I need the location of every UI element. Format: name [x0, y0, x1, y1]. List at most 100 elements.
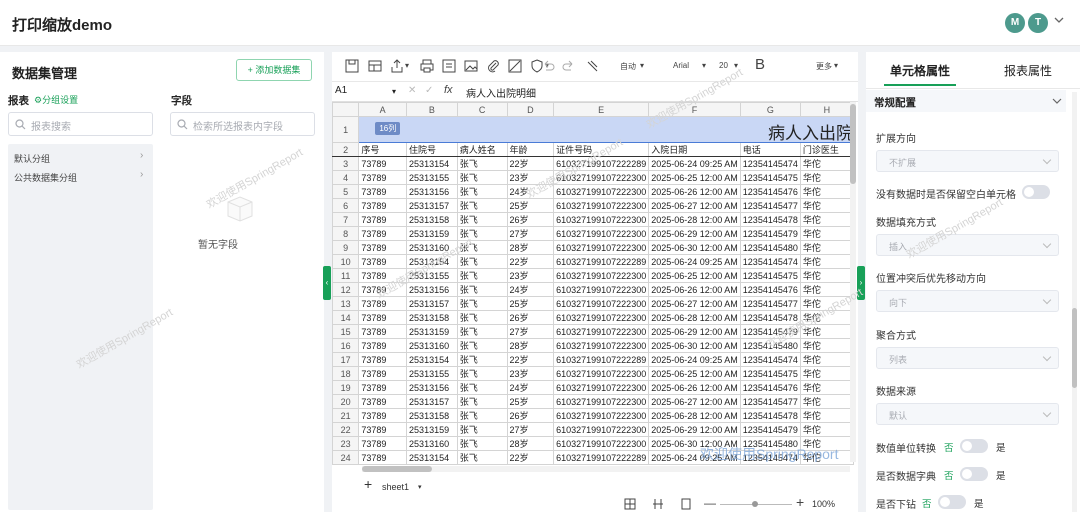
table-cell[interactable]: 2025-06-25 12:00 AM: [648, 366, 741, 381]
attachment-icon[interactable]: [485, 58, 501, 74]
expand-direction-select[interactable]: 不扩展: [876, 150, 1059, 172]
table-cell[interactable]: 12354145480: [739, 240, 801, 255]
caret-down-icon[interactable]: ▾: [405, 61, 409, 70]
table-cell[interactable]: 25岁: [506, 394, 555, 409]
table-cell[interactable]: 73789: [358, 226, 408, 241]
number-format-dropdown[interactable]: 自动: [620, 61, 636, 72]
table-cell[interactable]: 张飞: [456, 254, 508, 269]
table-cell[interactable]: 华佗: [799, 240, 854, 255]
table-cell[interactable]: 12354145477: [739, 394, 801, 409]
table-cell[interactable]: 12354145477: [739, 296, 801, 311]
table-cell[interactable]: 610327199107222300: [553, 422, 650, 437]
row-header[interactable]: 18: [332, 366, 360, 381]
table-cell[interactable]: 2025-06-24 09:25 AM: [648, 352, 741, 367]
zoom-slider-thumb[interactable]: [752, 501, 758, 507]
table-cell[interactable]: 25313154: [406, 450, 458, 465]
clear-icon[interactable]: [507, 58, 523, 74]
table-cell[interactable]: 73789: [358, 184, 408, 199]
chevron-right-icon[interactable]: ›: [140, 169, 143, 180]
scroll-thumb[interactable]: [850, 104, 856, 184]
table-cell[interactable]: 610327199107222300: [553, 212, 650, 227]
table-cell[interactable]: 73789: [358, 198, 408, 213]
table-cell[interactable]: 华佗: [799, 422, 854, 437]
table-cell[interactable]: 610327199107222300: [553, 324, 650, 339]
header-cell[interactable]: 门诊医生: [799, 142, 854, 157]
corner-cell[interactable]: [332, 102, 360, 117]
table-cell[interactable]: 2025-06-28 12:00 AM: [648, 212, 741, 227]
column-header[interactable]: A: [358, 102, 408, 117]
table-cell[interactable]: 25313158: [406, 212, 458, 227]
row-header[interactable]: 9: [332, 240, 360, 255]
cancel-icon[interactable]: ✕: [408, 85, 416, 96]
caret-down-icon[interactable]: ▾: [418, 483, 422, 491]
table-cell[interactable]: 610327199107222300: [553, 380, 650, 395]
table-cell[interactable]: 2025-06-27 12:00 AM: [648, 296, 741, 311]
table-cell[interactable]: 12354145479: [739, 422, 801, 437]
table-cell[interactable]: 12354145478: [739, 212, 801, 227]
drilldown-toggle[interactable]: [938, 495, 966, 509]
row-header[interactable]: 22: [332, 422, 360, 437]
chevron-down-icon[interactable]: [1052, 97, 1062, 105]
table-cell[interactable]: 2025-06-25 12:00 AM: [648, 268, 741, 283]
row-header[interactable]: 1: [332, 116, 360, 143]
table-cell[interactable]: 12354145476: [739, 282, 801, 297]
table-cell[interactable]: 12354145476: [739, 184, 801, 199]
table-cell[interactable]: 张飞: [456, 422, 508, 437]
table-cell[interactable]: 2025-06-29 12:00 AM: [648, 226, 741, 241]
table-cell[interactable]: 610327199107222300: [553, 282, 650, 297]
row-header[interactable]: 14: [332, 310, 360, 325]
table-cell[interactable]: 25313155: [406, 170, 458, 185]
table-cell[interactable]: 华佗: [799, 338, 854, 353]
table-cell[interactable]: 12354145477: [739, 198, 801, 213]
table-cell[interactable]: 12354145476: [739, 380, 801, 395]
table-cell[interactable]: 610327199107222300: [553, 198, 650, 213]
row-header[interactable]: 20: [332, 394, 360, 409]
table-cell[interactable]: 25313159: [406, 422, 458, 437]
table-cell[interactable]: 华佗: [799, 184, 854, 199]
table-cell[interactable]: 张飞: [456, 212, 508, 227]
table-cell[interactable]: 2025-06-27 12:00 AM: [648, 198, 741, 213]
column-header[interactable]: D: [506, 102, 555, 117]
table-cell[interactable]: 2025-06-26 12:00 AM: [648, 282, 741, 297]
table-cell[interactable]: 张飞: [456, 450, 508, 465]
table-cell[interactable]: 610327199107222289: [553, 352, 650, 367]
format-painter-icon[interactable]: [585, 58, 601, 74]
table-cell[interactable]: 2025-06-24 09:25 AM: [648, 156, 741, 171]
table-cell[interactable]: 25313159: [406, 226, 458, 241]
panel-scrollbar[interactable]: [1072, 92, 1077, 512]
table-cell[interactable]: 2025-06-29 12:00 AM: [648, 422, 741, 437]
fill-mode-select[interactable]: 插入: [876, 234, 1059, 256]
row-header[interactable]: 17: [332, 352, 360, 367]
table-cell[interactable]: 华佗: [799, 380, 854, 395]
column-header[interactable]: B: [406, 102, 458, 117]
table-cell[interactable]: 610327199107222300: [553, 310, 650, 325]
header-cell[interactable]: 入院日期: [648, 142, 741, 157]
row-header[interactable]: 7: [332, 212, 360, 227]
table-cell[interactable]: 2025-06-30 12:00 AM: [648, 240, 741, 255]
table-cell[interactable]: 华佗: [799, 226, 854, 241]
table-cell[interactable]: 张飞: [456, 366, 508, 381]
chevron-down-icon[interactable]: [1053, 14, 1065, 26]
table-cell[interactable]: 张飞: [456, 156, 508, 171]
keep-blank-toggle[interactable]: [1022, 185, 1050, 199]
table-cell[interactable]: 73789: [358, 338, 408, 353]
cell-reference[interactable]: A1: [335, 85, 347, 96]
sheet-tab[interactable]: sheet1: [382, 482, 409, 492]
table-cell[interactable]: 12354145479: [739, 226, 801, 241]
table-cell[interactable]: 73789: [358, 394, 408, 409]
table-cell[interactable]: 华佗: [799, 254, 854, 269]
table-cell[interactable]: 610327199107222300: [553, 366, 650, 381]
table-cell[interactable]: 12354145474: [739, 156, 801, 171]
grid-view-icon[interactable]: [624, 498, 636, 510]
table-cell[interactable]: 27岁: [506, 226, 555, 241]
row-header[interactable]: 21: [332, 408, 360, 423]
formula-input[interactable]: 病人入出院明细: [466, 85, 536, 100]
table-cell[interactable]: 张飞: [456, 296, 508, 311]
table-cell[interactable]: 12354145475: [739, 366, 801, 381]
table-cell[interactable]: 73789: [358, 310, 408, 325]
table-cell[interactable]: 73789: [358, 366, 408, 381]
row-header[interactable]: 15: [332, 324, 360, 339]
general-config-section[interactable]: 常规配置: [866, 90, 1066, 112]
table-cell[interactable]: 22岁: [506, 352, 555, 367]
table-cell[interactable]: 华佗: [799, 198, 854, 213]
